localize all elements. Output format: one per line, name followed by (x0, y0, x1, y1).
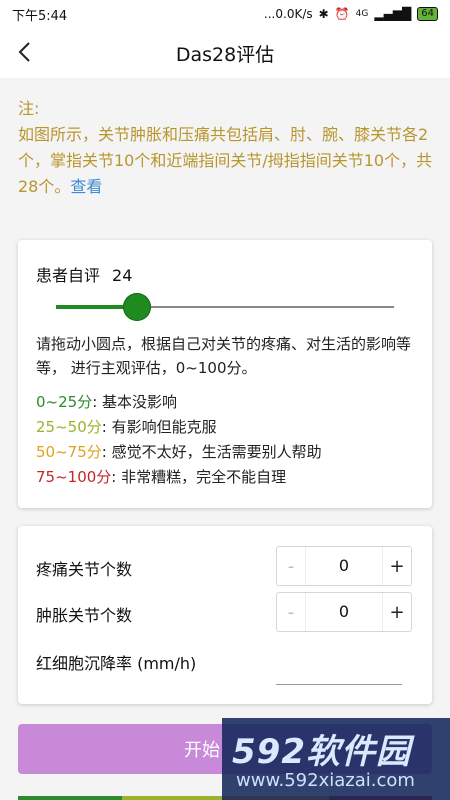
esr-input[interactable] (276, 684, 402, 685)
battery-level: 64 (421, 8, 434, 19)
swelling-joints-stepper: - 0 + (276, 592, 412, 632)
swelling-plus-button[interactable]: + (383, 602, 411, 623)
level-sep: : (92, 393, 103, 411)
swelling-minus-button[interactable]: - (277, 602, 305, 623)
score-slider[interactable] (56, 292, 394, 322)
level-sep: : (101, 418, 112, 436)
pain-joints-value[interactable]: 0 (305, 547, 383, 585)
level-range: 75~100分 (36, 468, 112, 486)
slider-thumb[interactable] (123, 293, 152, 321)
note-label: 注: (18, 99, 40, 118)
self-assessment-card: 患者自评 24 请拖动小圆点，根据自己对关节的疼痛、对生活的影响等等， 进行主观评… (18, 240, 432, 508)
level-row: 75~100分: 非常糟糕，完全不能自理 (36, 465, 322, 490)
level-text: 有影响但能克服 (111, 418, 217, 436)
status-icons: ...0.0K/s ✱ ⏰ 4G ▂▄▆█ 64 (264, 7, 438, 21)
alarm-icon: ⏰ (334, 7, 350, 21)
level-sep: : (101, 443, 112, 461)
strip-segment (18, 796, 122, 800)
app-bar: Das28评估 (0, 28, 450, 78)
bluetooth-icon: ✱ (318, 7, 329, 21)
status-time: 下午5:44 (12, 8, 68, 24)
level-range: 50~75分 (36, 443, 102, 461)
view-link[interactable]: 查看 (70, 177, 102, 196)
note-block: 注: 如图所示，关节肿胀和压痛共包括肩、肘、腕、膝关节各2个，掌指关节10个和近… (18, 96, 436, 200)
pain-joints-stepper: - 0 + (276, 546, 412, 586)
pain-minus-button[interactable]: - (277, 556, 305, 577)
pain-joints-label: 疼痛关节个数 (36, 560, 133, 579)
level-text: 感觉不太好，生活需要别人帮助 (111, 443, 322, 461)
strip-segment (121, 796, 225, 800)
self-assessment-label: 患者自评 (36, 266, 101, 285)
level-text: 基本没影响 (102, 393, 178, 411)
page-title: Das28评估 (175, 43, 275, 66)
level-range: 0~25分 (36, 393, 93, 411)
back-arrow-icon[interactable] (14, 40, 38, 64)
swelling-joints-value[interactable]: 0 (305, 593, 383, 631)
signal-icon: ▂▄▆█ (374, 7, 412, 21)
start-button-label: 开始 (184, 740, 220, 761)
status-bar: 下午5:44 ...0.0K/s ✱ ⏰ 4G ▂▄▆█ 64 (0, 0, 450, 28)
pain-plus-button[interactable]: + (383, 556, 411, 577)
level-row: 25~50分: 有影响但能克服 (36, 415, 322, 440)
swelling-joints-label: 肿胀关节个数 (36, 606, 133, 625)
assessment-instructions: 请拖动小圆点，根据自己对关节的疼痛、对生活的影响等等， 进行主观评估，0~100… (36, 335, 412, 377)
level-text: 非常糟糕，完全不能自理 (121, 468, 287, 486)
level-range: 25~50分 (36, 418, 102, 436)
self-assessment-header: 患者自评 24 (36, 262, 132, 286)
level-row: 0~25分: 基本没影响 (36, 390, 322, 415)
level-row: 50~75分: 感觉不太好，生活需要别人帮助 (36, 440, 322, 465)
signal-label: 4G (355, 9, 369, 19)
battery-icon: 64 (417, 7, 438, 21)
watermark-url: www.592xiazai.com (236, 770, 415, 791)
site-watermark: 592软件园 www.592xiazai.com (222, 718, 450, 800)
esr-label: 红细胞沉降率 (mm/h) (36, 654, 197, 673)
level-sep: : (111, 468, 122, 486)
network-speed: ...0.0K/s (263, 7, 313, 21)
watermark-logo-text: 592软件园 (232, 732, 411, 772)
score-levels: 0~25分: 基本没影响 25~50分: 有影响但能克服 50~75分: 感觉不… (36, 390, 322, 490)
self-assessment-value: 24 (112, 266, 133, 285)
joints-card: 疼痛关节个数 - 0 + 肿胀关节个数 - 0 + 红细胞沉降率 (mm/h) (18, 526, 432, 704)
